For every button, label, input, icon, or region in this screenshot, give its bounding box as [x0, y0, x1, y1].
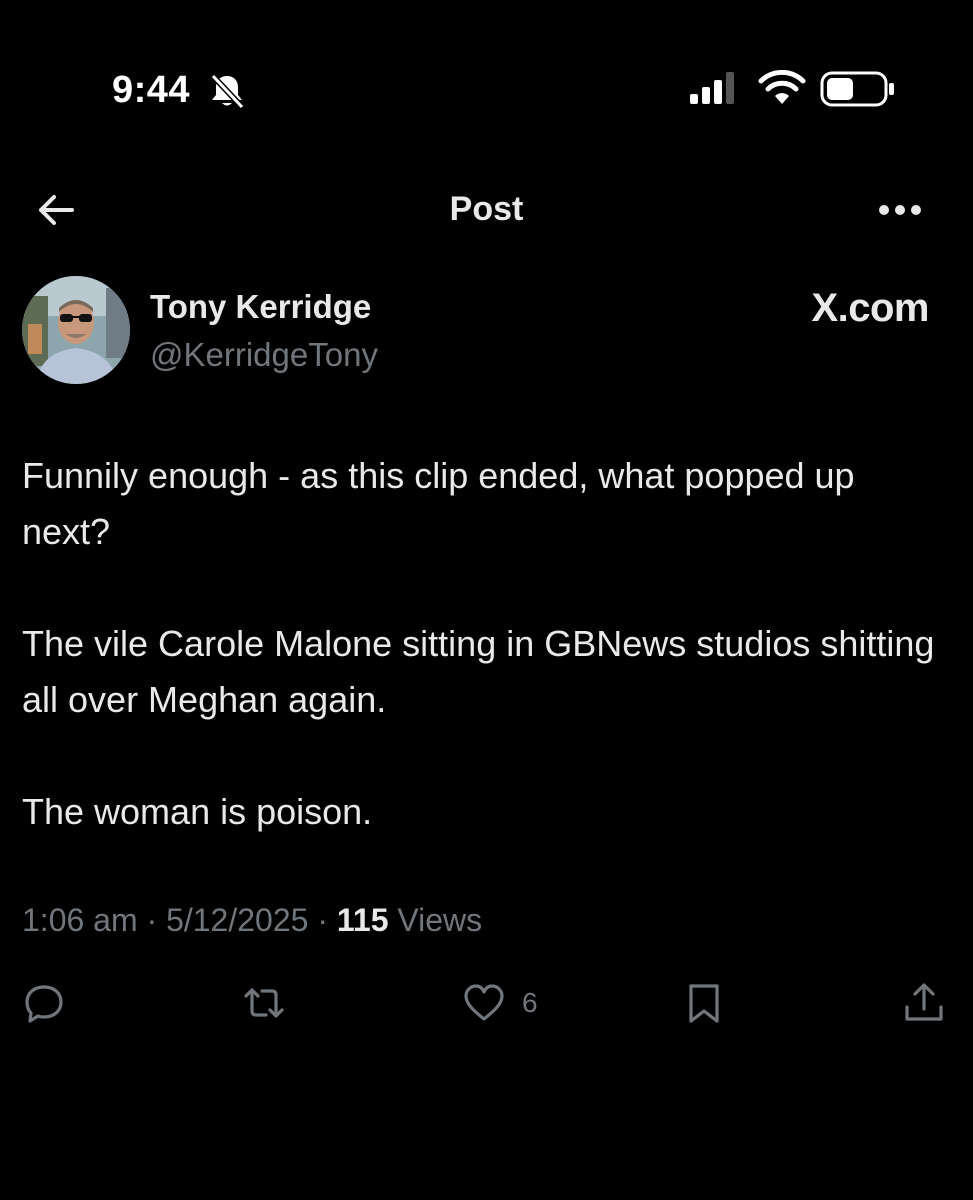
wifi-icon: [758, 70, 806, 104]
like-icon: [464, 984, 504, 1021]
post-paragraph: The woman is poison.: [22, 791, 373, 832]
signal-icon: [690, 72, 734, 104]
share-button[interactable]: [902, 980, 946, 1026]
bookmark-icon: [689, 984, 719, 1023]
post-paragraph: Funnily enough - as this clip ended, wha…: [22, 455, 855, 552]
more-icon[interactable]: [872, 190, 928, 230]
like-button[interactable]: 6: [462, 980, 538, 1026]
post-text: Funnily enough - as this clip ended, wha…: [22, 448, 952, 840]
repost-icon: [244, 988, 284, 1018]
post-meta: 1:06 am · 5/12/2025 · 115 Views: [22, 900, 482, 940]
reply-icon: [25, 985, 63, 1023]
post-paragraph: The vile Carole Malone sitting in GBNews…: [22, 623, 935, 720]
post-time[interactable]: 1:06 am: [22, 902, 138, 938]
reply-button[interactable]: [22, 980, 82, 1026]
author-handle[interactable]: @KerridgeTony: [150, 335, 378, 375]
author-name[interactable]: Tony Kerridge: [150, 287, 371, 327]
xcom-watermark: X.com: [811, 286, 929, 330]
avatar[interactable]: [22, 276, 130, 384]
post-date[interactable]: 5/12/2025: [166, 902, 308, 938]
page-title: Post: [449, 190, 524, 228]
bell-slash-icon: [209, 72, 246, 111]
meta-separator: ·: [317, 902, 328, 938]
meta-separator: ·: [146, 902, 158, 938]
bookmark-button[interactable]: [682, 980, 726, 1026]
battery-icon: [820, 71, 894, 107]
share-icon: [905, 983, 943, 1021]
status-time: 9:44: [112, 69, 191, 111]
repost-button[interactable]: [242, 980, 302, 1026]
like-count: 6: [522, 987, 538, 1018]
views-count: 115: [336, 902, 389, 938]
views-label: Views: [397, 902, 483, 938]
